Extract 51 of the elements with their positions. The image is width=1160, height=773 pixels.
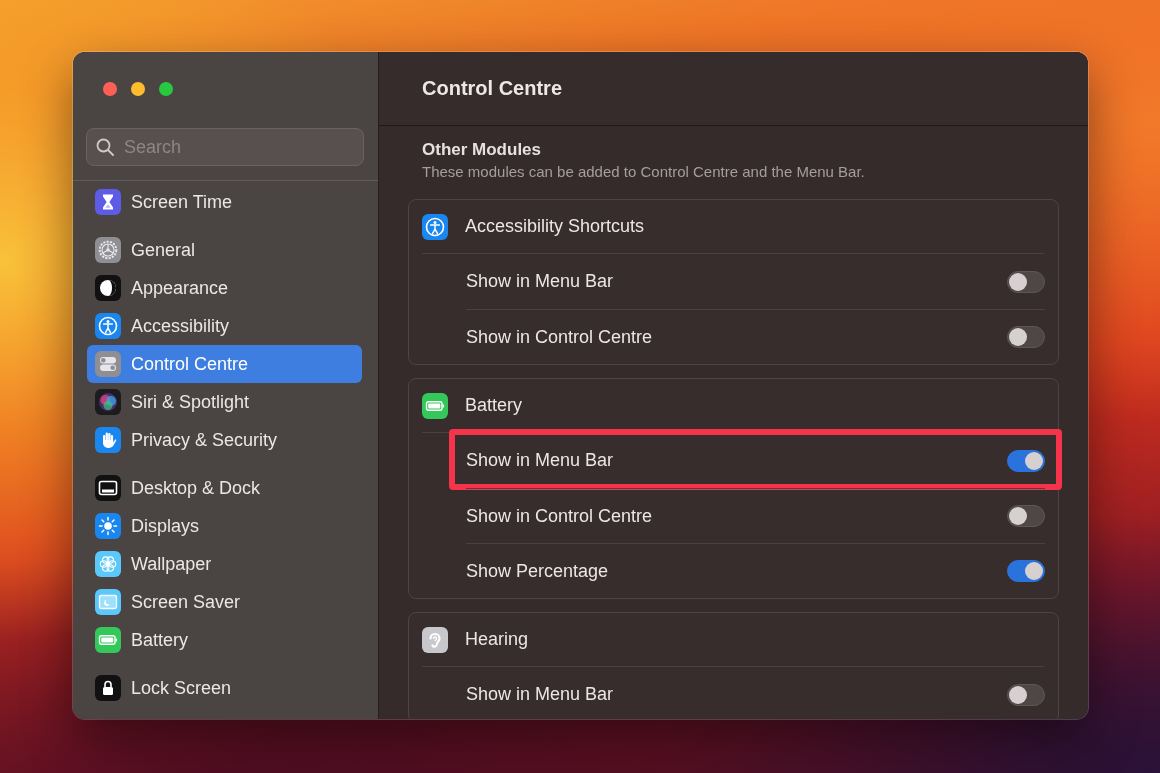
contrast-icon (95, 275, 121, 301)
battery-icon (95, 627, 121, 653)
accessibility-icon (422, 213, 448, 240)
module-title: Battery (465, 395, 523, 416)
sidebar-item[interactable]: Wallpaper (87, 545, 362, 583)
window-title: Control Centre (422, 77, 562, 100)
minimize-button[interactable] (131, 82, 145, 96)
option-label: Show in Menu Bar (466, 684, 614, 705)
module-title: Hearing (465, 629, 529, 650)
section-description: These modules can be added to Control Centre and the Menu Bar. (422, 162, 866, 182)
sidebar-item[interactable]: Desktop & Dock (87, 469, 362, 507)
window-icon (95, 475, 121, 501)
toggle-switch[interactable] (1007, 449, 1045, 472)
module-title: Accessibility Shortcuts (465, 216, 645, 237)
sun-icon (95, 513, 121, 539)
sidebar-item[interactable]: Battery (87, 621, 362, 659)
sidebar-item[interactable]: Privacy & Security (87, 421, 362, 459)
lock-icon (95, 675, 121, 701)
sidebar-item[interactable]: General (87, 231, 362, 269)
sidebar-item[interactable]: Accessibility (87, 307, 362, 345)
toggle-switch[interactable] (1007, 560, 1045, 582)
sidebar-item[interactable]: Screen Time (87, 183, 362, 221)
sidebar-item[interactable]: Control Centre (87, 345, 362, 383)
accessibility-icon (95, 313, 121, 339)
gear-icon (95, 237, 121, 263)
option-label: Show in Menu Bar (466, 450, 614, 471)
moon-screen-icon (95, 589, 121, 615)
option-label: Show in Menu Bar (466, 271, 614, 292)
toggles-icon (95, 351, 121, 377)
toggle-switch[interactable] (1007, 505, 1045, 527)
sidebar-item[interactable]: Siri & Spotlight (87, 383, 362, 421)
ear-icon (422, 626, 448, 653)
toggle-switch[interactable] (1007, 270, 1045, 293)
option-label: Show Percentage (466, 560, 609, 582)
sidebar-item[interactable]: Lock Screen (87, 669, 362, 707)
sidebar-item[interactable]: Screen Saver (87, 583, 362, 621)
section-title: Other Modules (422, 140, 542, 160)
toggle-switch[interactable] (1007, 326, 1045, 348)
option-label: Show in Control Centre (466, 326, 653, 348)
search-icon (96, 138, 114, 156)
hand-icon (95, 427, 121, 453)
zoom-button[interactable] (159, 82, 173, 96)
flower-icon (95, 551, 121, 577)
hourglass-icon (95, 189, 121, 215)
option-label: Show in Control Centre (466, 505, 653, 527)
close-button[interactable] (103, 82, 117, 96)
sidebar-item[interactable]: Appearance (87, 269, 362, 307)
sidebar-item[interactable]: Displays (87, 507, 362, 545)
orb-icon (95, 389, 121, 415)
toggle-switch[interactable] (1007, 683, 1045, 706)
battery-icon (422, 392, 448, 419)
